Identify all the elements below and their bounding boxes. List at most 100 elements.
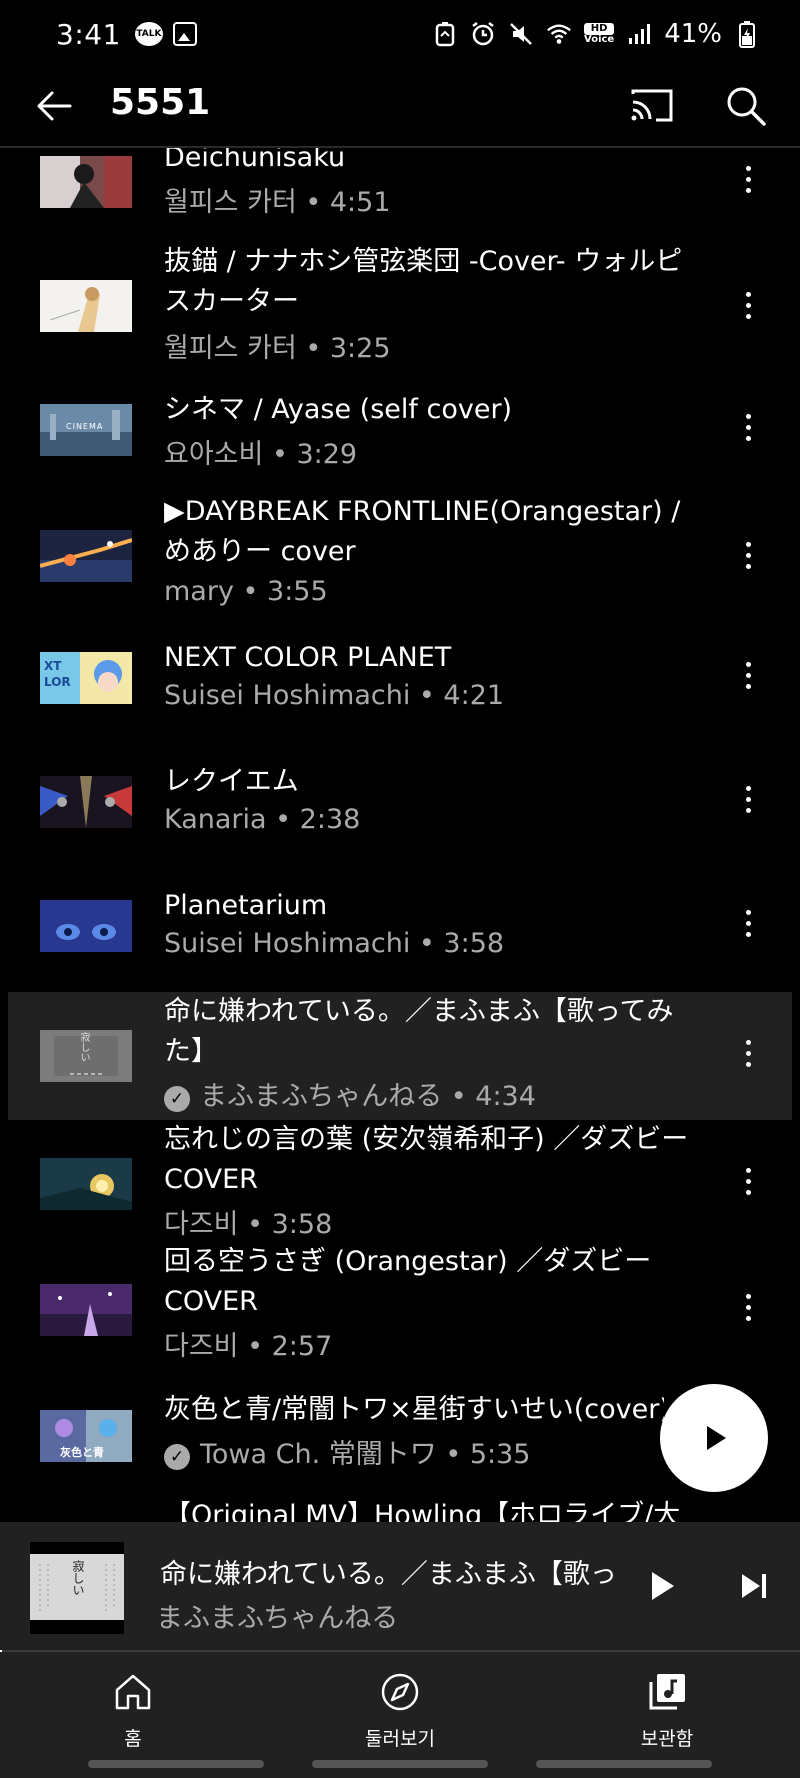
video-title: シネマ / Ayase (self cover) xyxy=(164,394,513,425)
video-title: 忘れじの言の葉 (安次嶺希和子) ／ダズビー COVER xyxy=(164,1124,689,1195)
video-thumbnail xyxy=(40,530,132,582)
video-meta: 월피스 카터 • 4:51 xyxy=(164,187,391,218)
list-item[interactable]: XT LOR NEXT COLOR PLANET Suisei Hoshimach… xyxy=(8,642,792,724)
nav-library[interactable]: 보관함 xyxy=(597,1670,737,1751)
video-title: 抜錨 / ナナホシ管弦楽団 -Cover- ウォルピスカーター xyxy=(164,246,683,317)
more-options-button[interactable] xyxy=(728,780,768,820)
more-options-button[interactable] xyxy=(728,1034,768,1074)
video-meta: 요아소비 • 3:29 xyxy=(164,439,358,470)
list-item-now-playing[interactable]: 寂しい 命に嫌われている。／まふまふ【歌ってみた】 ✓ まふまふちゃんねる • 4… xyxy=(8,992,792,1120)
video-thumbnail: XT LOR xyxy=(40,652,132,704)
nav-home[interactable]: 홈 xyxy=(63,1670,203,1751)
video-title: 灰色と青/常闇トワ×星街すいせい(cover) xyxy=(164,1394,664,1425)
status-time: 3:41 xyxy=(56,17,121,51)
video-thumbnail xyxy=(40,1158,132,1210)
list-item[interactable]: 抜錨 / ナナホシ管弦楽団 -Cover- ウォルピスカーター 월피스 카터 •… xyxy=(8,246,792,372)
mini-player[interactable]: 寂しい 命に嫌われている。／まふまふ【歌ってみた】 まふまふちゃんねる xyxy=(0,1522,800,1652)
more-options-button[interactable] xyxy=(728,536,768,576)
battery-charging-icon xyxy=(734,21,760,48)
video-title: Deichunisaku xyxy=(164,148,346,173)
video-meta-text: Towa Ch. 常闇トワ • 5:35 xyxy=(200,1439,531,1470)
talk-icon: TALK xyxy=(134,22,163,46)
thumbnail-text: 寂しい xyxy=(78,1032,89,1062)
compass-icon xyxy=(381,1673,419,1711)
back-button[interactable] xyxy=(32,84,76,128)
mini-play-button[interactable] xyxy=(640,1564,684,1608)
search-icon xyxy=(727,87,766,126)
hd-voice-icon: HD Voice xyxy=(584,23,615,45)
more-options-button[interactable] xyxy=(728,286,768,326)
signal-icon xyxy=(626,21,652,47)
list-item[interactable]: ▶DAYBREAK FRONTLINE(Orangestar) / めありー c… xyxy=(8,496,792,622)
video-title: NEXT COLOR PLANET xyxy=(164,642,452,673)
list-item[interactable]: 忘れじの言の葉 (安次嶺希和子) ／ダズビー COVER 다즈비 • 3:58 xyxy=(8,1120,792,1246)
nav-home-label: 홈 xyxy=(124,1728,142,1750)
bottom-nav: 홈 둘러보기 보관함 xyxy=(0,1652,800,1778)
svg-text:LOR: LOR xyxy=(44,675,71,689)
more-options-button[interactable] xyxy=(728,656,768,696)
video-thumbnail: 寂しい xyxy=(40,1030,132,1082)
mini-player-title: 命に嫌われている。／まふまふ【歌ってみた】 xyxy=(160,1559,614,1590)
system-icons: HD Voice 41% xyxy=(432,19,760,49)
alarm-icon xyxy=(470,21,496,47)
list-item[interactable]: 【Original MV】Howling【ホロライブ/大 xyxy=(8,1500,792,1522)
video-thumbnail: 灰色と青 xyxy=(40,1410,132,1462)
video-meta: 월피스 카터 • 3:25 xyxy=(164,333,391,364)
gesture-bar xyxy=(312,1760,488,1768)
status-bar: 3:41 TALK HD Voice 41% xyxy=(0,0,800,68)
thumbnail-text: CINEMA xyxy=(66,422,104,431)
video-meta: Suisei Hoshimachi • 3:58 xyxy=(164,928,505,959)
play-icon xyxy=(707,1426,726,1450)
verified-icon: ✓ xyxy=(164,1444,190,1470)
mini-player-channel: まふまふちゃんねる xyxy=(156,1603,399,1634)
cast-icon xyxy=(631,89,673,122)
video-meta: ✓ まふまふちゃんねる • 4:34 xyxy=(164,1074,536,1113)
recycle-icon xyxy=(432,21,458,47)
list-item[interactable]: 回る空うさぎ (Orangestar) ／ダズビー COVER 다즈비 • 2:… xyxy=(8,1246,792,1372)
nav-explore[interactable]: 둘러보기 xyxy=(330,1670,470,1751)
video-title: ▶DAYBREAK FRONTLINE(Orangestar) / めありー c… xyxy=(164,496,681,567)
video-title: レクイエム xyxy=(164,766,299,797)
video-title: 【Original MV】Howling【ホロライブ/大 xyxy=(164,1500,681,1522)
video-title: Planetarium xyxy=(164,890,328,921)
app-bar: 5551 xyxy=(0,68,800,148)
more-options-button[interactable] xyxy=(728,408,768,448)
more-options-button[interactable] xyxy=(728,1162,768,1202)
play-all-button[interactable] xyxy=(660,1384,768,1492)
svg-text:XT: XT xyxy=(44,659,62,673)
search-button[interactable] xyxy=(722,82,770,130)
nav-library-label: 보관함 xyxy=(640,1728,694,1750)
voice-label: Voice xyxy=(584,34,615,45)
list-item[interactable]: Deichunisaku 월피스 카터 • 4:51 xyxy=(8,148,792,228)
list-item[interactable]: レクイエム Kanaria • 2:38 xyxy=(8,766,792,848)
video-meta: mary • 3:55 xyxy=(164,576,328,607)
video-meta: ✓ Towa Ch. 常闇トワ • 5:35 xyxy=(164,1432,531,1471)
verified-icon: ✓ xyxy=(164,1086,190,1112)
video-meta-text: まふまふちゃんねる • 4:34 xyxy=(200,1081,536,1112)
thumbnail-text: 灰色と青 xyxy=(60,1446,104,1459)
list-item[interactable]: CINEMA シネマ / Ayase (self cover) 요아소비 • 3… xyxy=(8,394,792,476)
wifi-icon xyxy=(546,21,572,47)
mini-player-thumbnail: 寂しい xyxy=(30,1542,124,1634)
video-thumbnail xyxy=(40,900,132,952)
more-options-button[interactable] xyxy=(728,160,768,200)
video-title: 命に嫌われている。／まふまふ【歌ってみた】 xyxy=(164,996,674,1067)
more-options-button[interactable] xyxy=(728,1288,768,1328)
video-thumbnail: CINEMA xyxy=(40,404,132,456)
notification-icons: TALK xyxy=(134,22,197,46)
more-options-button[interactable] xyxy=(728,904,768,944)
video-meta: 다즈비 • 3:58 xyxy=(164,1209,333,1240)
video-meta: Kanaria • 2:38 xyxy=(164,804,361,835)
video-thumbnail xyxy=(40,1284,132,1336)
list-item[interactable]: Planetarium Suisei Hoshimachi • 3:58 xyxy=(8,890,792,972)
video-thumbnail xyxy=(40,776,132,828)
video-meta: Suisei Hoshimachi • 4:21 xyxy=(164,680,505,711)
play-icon xyxy=(652,1572,674,1600)
home-icon xyxy=(115,1674,151,1710)
video-thumbnail xyxy=(40,280,132,332)
video-meta: 다즈비 • 2:57 xyxy=(164,1331,333,1362)
video-thumbnail xyxy=(40,156,132,208)
next-button[interactable] xyxy=(732,1564,776,1608)
gesture-bar xyxy=(88,1760,264,1768)
cast-button[interactable] xyxy=(628,82,676,130)
